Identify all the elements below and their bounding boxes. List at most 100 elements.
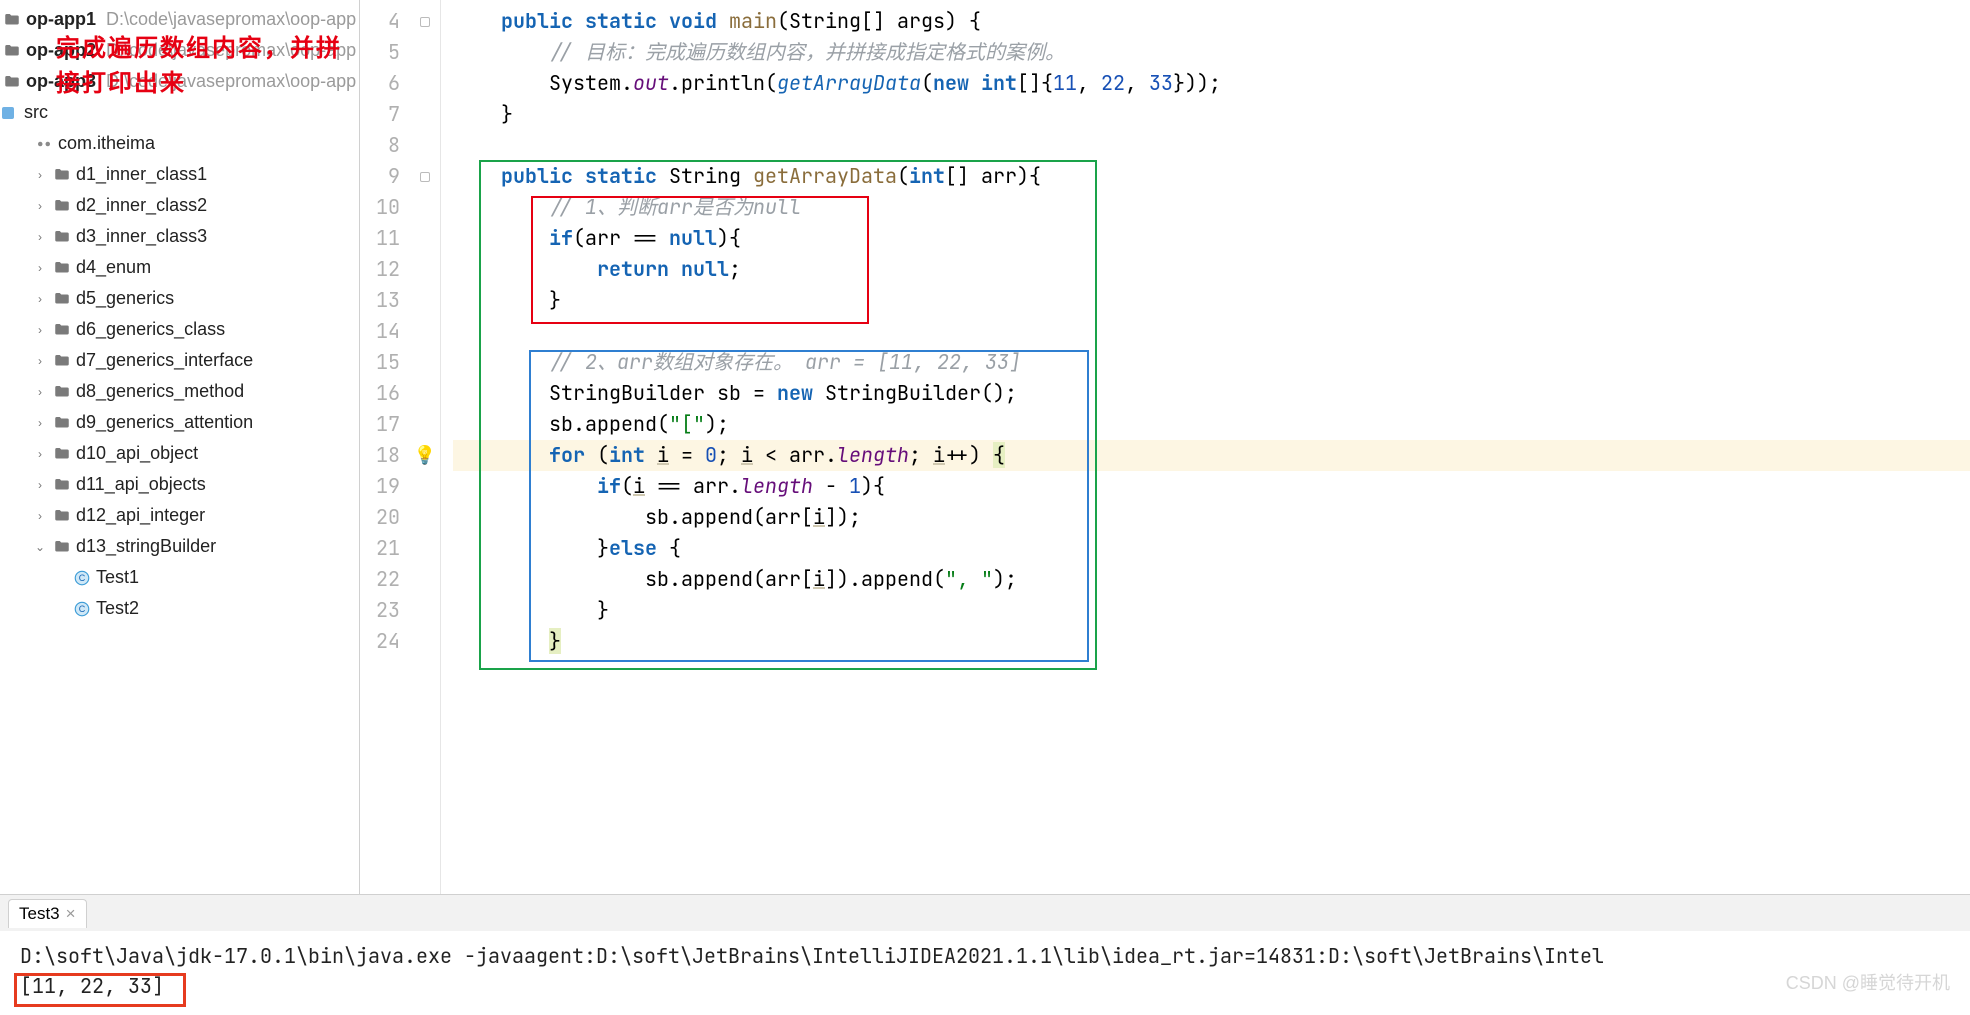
code-editor[interactable]: ▶ 456789101112131415161718192021222324 💡…: [360, 0, 1970, 894]
folder-icon: [52, 382, 72, 402]
tree-folder[interactable]: ⌄ d13_stringBuilder: [0, 531, 359, 562]
tree-folder[interactable]: › d6_generics_class: [0, 314, 359, 345]
line-number: 17: [360, 409, 410, 440]
code-line[interactable]: System.out.println(getArrayData(new int[…: [453, 68, 1970, 99]
module-name: op-app3: [26, 71, 96, 92]
line-number: 13: [360, 285, 410, 316]
console-line: [11, 22, 33]: [20, 971, 1950, 1001]
class-icon: C: [72, 568, 92, 588]
intention-bulb-icon[interactable]: 💡: [414, 444, 436, 467]
code-line[interactable]: public static void main(String[] args) {: [453, 6, 1970, 37]
svg-text:C: C: [79, 604, 86, 614]
package-icon: [34, 134, 54, 154]
line-number: 19: [360, 471, 410, 502]
chevron-right-icon[interactable]: ›: [32, 478, 48, 492]
tree-folder[interactable]: › d8_generics_method: [0, 376, 359, 407]
tree-folder[interactable]: › d1_inner_class1: [0, 159, 359, 190]
svg-text:C: C: [79, 573, 86, 583]
folder-label: d9_generics_attention: [76, 412, 253, 433]
folder-label: d1_inner_class1: [76, 164, 207, 185]
chevron-right-icon[interactable]: ›: [32, 261, 48, 275]
line-number: 18: [360, 440, 410, 471]
folder-icon: [52, 196, 72, 216]
line-number: 20: [360, 502, 410, 533]
folder-label: d6_generics_class: [76, 319, 225, 340]
chevron-right-icon[interactable]: ›: [32, 447, 48, 461]
tree-folder[interactable]: ›d2_inner_class2: [0, 190, 359, 221]
module-path: D:\code\javasepromax\oop-app: [106, 71, 356, 92]
run-tool-window[interactable]: Test3 × D:\soft\Java\jdk-17.0.1\bin\java…: [0, 894, 1970, 1015]
class-label: Test1: [96, 567, 139, 588]
folder-icon: [52, 444, 72, 464]
folder-label: d8_generics_method: [76, 381, 244, 402]
tree-module[interactable]: op-app3 D:\code\javasepromax\oop-app: [0, 66, 359, 97]
project-tree[interactable]: op-app1D:\code\javasepromax\oop-appop-ap…: [0, 0, 360, 894]
console-line: D:\soft\Java\jdk-17.0.1\bin\java.exe -ja…: [20, 941, 1950, 971]
fold-toggle[interactable]: [420, 172, 430, 182]
folder-label: d4_enum: [76, 257, 151, 278]
line-number: 6: [360, 68, 410, 99]
folder-label: d7_generics_interface: [76, 350, 253, 371]
run-gutter-icon[interactable]: ▶: [372, 0, 380, 4]
code-line[interactable]: // 目标：完成遍历数组内容，并拼接成指定格式的案例。: [453, 37, 1970, 68]
close-icon[interactable]: ×: [66, 904, 76, 924]
line-number: 12: [360, 254, 410, 285]
module-name: op-app2: [26, 40, 96, 61]
line-number: 8: [360, 130, 410, 161]
module-name: op-app1: [26, 9, 96, 30]
folder-label: d5_generics: [76, 288, 174, 309]
tree-module[interactable]: op-app1D:\code\javasepromax\oop-app: [0, 4, 359, 35]
folder-label: d13_stringBuilder: [76, 536, 216, 557]
tree-folder[interactable]: › d12_api_integer: [0, 500, 359, 531]
line-number: 24: [360, 626, 410, 657]
line-number: 22: [360, 564, 410, 595]
tree-module[interactable]: op-app2D:\code\javasepromax\oop-app: [0, 35, 359, 66]
console-output[interactable]: D:\soft\Java\jdk-17.0.1\bin\java.exe -ja…: [0, 931, 1970, 1015]
tree-package[interactable]: com.itheima: [0, 128, 359, 159]
editor-gutter: 456789101112131415161718192021222324 💡: [360, 0, 441, 894]
code-line[interactable]: }: [453, 99, 1970, 130]
chevron-right-icon[interactable]: ›: [32, 292, 48, 306]
tree-class-file[interactable]: C Test1: [0, 562, 359, 593]
folder-icon: [52, 351, 72, 371]
chevron-right-icon[interactable]: ›: [32, 168, 48, 182]
folder-label: d11_api_objects: [76, 474, 206, 495]
tree-folder[interactable]: › d10_api_object: [0, 438, 359, 469]
chevron-down-icon[interactable]: ⌄: [32, 540, 48, 554]
folder-icon: [52, 537, 72, 557]
tree-class-file[interactable]: CTest2: [0, 593, 359, 624]
line-number: 9: [360, 161, 410, 192]
folder-icon: [52, 227, 72, 247]
line-number: 5: [360, 37, 410, 68]
tree-folder[interactable]: › d5_generics: [0, 283, 359, 314]
line-number: 21: [360, 533, 410, 564]
tree-src[interactable]: src: [0, 97, 359, 128]
chevron-right-icon[interactable]: ›: [32, 509, 48, 523]
console-tab[interactable]: Test3 ×: [8, 899, 87, 928]
line-number: 16: [360, 378, 410, 409]
chevron-right-icon[interactable]: ›: [32, 416, 48, 430]
tree-folder[interactable]: › d9_generics_attention: [0, 407, 359, 438]
folder-label: d12_api_integer: [76, 505, 205, 526]
annotation-box-output: [14, 973, 186, 1007]
folder-label: d3_inner_class3: [76, 226, 207, 247]
tree-folder[interactable]: › d7_generics_interface: [0, 345, 359, 376]
code-line[interactable]: [453, 130, 1970, 161]
chevron-right-icon[interactable]: ›: [32, 230, 48, 244]
chevron-right-icon[interactable]: ›: [32, 323, 48, 337]
module-icon: [2, 41, 22, 61]
line-number: 4: [360, 6, 410, 37]
annotation-box-blue: [529, 350, 1089, 662]
watermark: CSDN @睡觉待开机: [1786, 969, 1950, 995]
tree-folder[interactable]: › d11_api_objects: [0, 469, 359, 500]
folder-label: d10_api_object: [76, 443, 198, 464]
chevron-right-icon[interactable]: ›: [32, 385, 48, 399]
chevron-right-icon[interactable]: ›: [32, 354, 48, 368]
tree-folder[interactable]: › d3_inner_class3: [0, 221, 359, 252]
folder-icon: [52, 475, 72, 495]
folder-icon: [52, 289, 72, 309]
class-icon: C: [72, 599, 92, 619]
chevron-right-icon[interactable]: ›: [32, 199, 48, 213]
fold-toggle[interactable]: [420, 17, 430, 27]
tree-folder[interactable]: › d4_enum: [0, 252, 359, 283]
